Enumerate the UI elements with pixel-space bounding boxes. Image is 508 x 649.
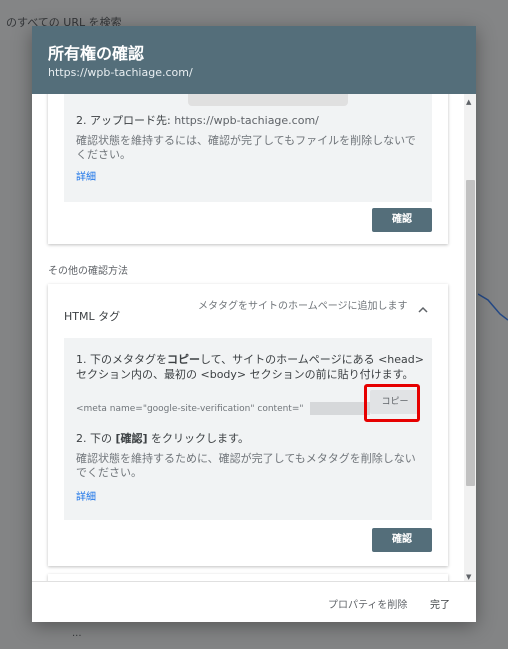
confirm-button[interactable]: 確認 (372, 208, 432, 232)
next-method-card[interactable] (48, 574, 448, 581)
html-tag-title[interactable]: HTML タグ (64, 308, 120, 324)
scroll-up-arrow-icon[interactable]: ▲ (466, 98, 471, 106)
html-file-card: 2. アップロード先: https://wpb-tachiage.com/ 確認… (48, 94, 448, 244)
keep-meta-tag-note: 確認状態を維持するために、確認が完了してもメタタグを削除しないでください。 (76, 452, 416, 479)
dialog-title: 所有権の確認 (48, 44, 145, 63)
upload-destination-label: 2. アップロード先: (76, 114, 175, 127)
copy-instruction: 1. 下のメタタグをコピーして、サイトのホームページにある <head> セクシ… (76, 352, 424, 382)
click-instruction-bold: [確認] (115, 432, 148, 445)
copy-button-highlight (364, 384, 420, 422)
dialog-footer: プロパティを削除 完了 (32, 581, 476, 622)
dialog-property-url: https://wpb-tachiage.com/ (48, 66, 193, 79)
copy-instruction-bold: コピー (167, 353, 200, 366)
done-button[interactable]: 完了 (430, 596, 450, 611)
html-tag-instructions: 1. 下のメタタグをコピーして、サイトのホームページにある <head> セクシ… (64, 338, 432, 520)
upload-destination: 2. アップロード先: https://wpb-tachiage.com/ (76, 112, 319, 128)
copy-instruction-prefix: 1. 下のメタタグを (76, 353, 167, 366)
chevron-up-icon[interactable] (418, 304, 428, 317)
scroll-down-arrow-icon[interactable]: ▼ (466, 573, 471, 581)
keep-file-note: 確認状態を維持するには、確認が完了してもファイルを削除しないでください。 (76, 134, 416, 161)
ownership-verification-dialog: 所有権の確認 https://wpb-tachiage.com/ 2. アップロ… (32, 26, 476, 622)
meta-tag-text[interactable]: <meta name="google-site-verification" co… (76, 404, 304, 414)
delete-property-button[interactable]: プロパティを削除 (328, 596, 407, 611)
click-confirm-instruction: 2. 下の [確認] をクリックします。 (76, 430, 249, 446)
html-tag-card: HTML タグ メタタグをサイトのホームページに追加します 1. 下のメタタグを… (48, 284, 448, 566)
download-button-edge[interactable] (188, 94, 348, 106)
upload-destination-url: https://wpb-tachiage.com/ (174, 114, 319, 127)
scrollbar-thumb[interactable] (466, 180, 475, 486)
html-tag-description[interactable]: メタタグをサイトのホームページに追加します (198, 300, 410, 313)
html-file-instructions: 2. アップロード先: https://wpb-tachiage.com/ 確認… (64, 94, 432, 202)
click-instruction-prefix: 2. 下の (76, 432, 116, 445)
other-methods-label: その他の確認方法 (48, 266, 128, 277)
details-link[interactable]: 詳細 (76, 488, 96, 503)
dialog-body: 2. アップロード先: https://wpb-tachiage.com/ 確認… (32, 94, 476, 581)
click-instruction-suffix: をクリックします。 (147, 432, 249, 445)
dialog-header: 所有権の確認 https://wpb-tachiage.com/ (32, 26, 476, 94)
meta-tag-redacted (310, 402, 370, 415)
confirm-button[interactable]: 確認 (372, 528, 432, 552)
details-link[interactable]: 詳細 (76, 168, 96, 183)
